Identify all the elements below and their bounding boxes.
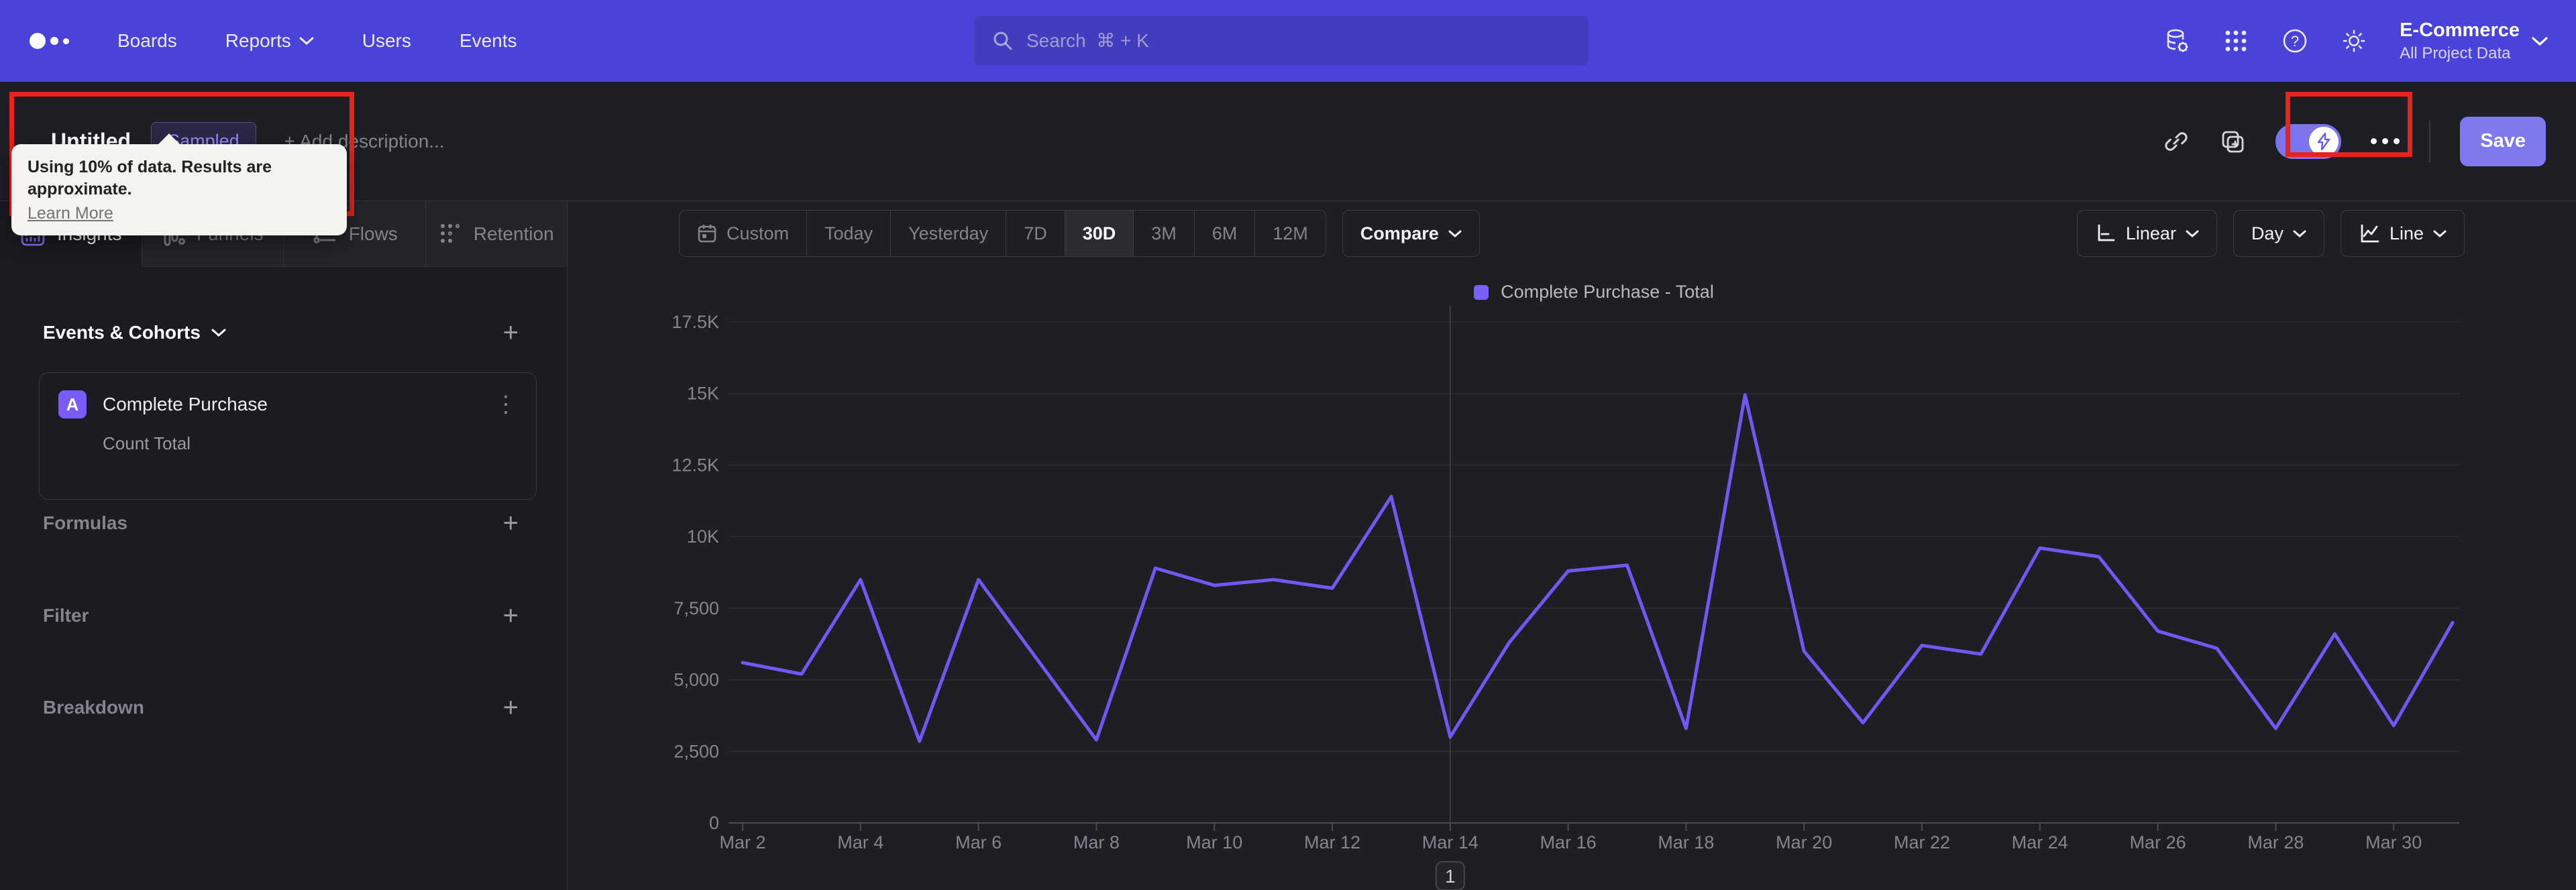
x-axis-label: Mar 12 (1304, 832, 1360, 852)
x-axis-label: Mar 6 (955, 832, 1002, 852)
chevron-down-icon (211, 329, 226, 337)
annotation-marker-label: 1 (1445, 866, 1456, 887)
add-filter-button[interactable]: + (503, 602, 519, 629)
nav-item-reports[interactable]: Reports (225, 30, 314, 52)
global-search[interactable] (974, 16, 1589, 66)
x-axis-label: Mar 28 (2247, 832, 2304, 852)
nav-item-label: Users (362, 30, 411, 51)
chart-panel: Custom Today Yesterday 7D 30D 3M 6M 12M … (568, 201, 2576, 890)
project-scope: All Project Data (2400, 44, 2511, 62)
event-aggregation[interactable]: Count Total (103, 433, 517, 454)
add-event-button[interactable]: + (503, 319, 519, 346)
x-axis-label: Mar 4 (837, 832, 883, 852)
data-management-icon[interactable] (2163, 27, 2190, 54)
sampling-tooltip: Using 10% of data. Results are approxima… (11, 133, 347, 235)
x-axis-label: Mar 26 (2130, 832, 2186, 852)
breakdown-label: Breakdown (43, 697, 144, 718)
nav-item-users[interactable]: Users (362, 30, 411, 52)
line-chart[interactable]: 17.5K 15K 12.5K 10K 7,500 5,000 2,500 0Mar 2 Mar… (568, 201, 2576, 890)
x-axis-label: Mar 10 (1186, 832, 1242, 852)
x-axis-label: Mar 18 (1658, 832, 1714, 852)
section-label: Events & Cohorts (43, 322, 201, 343)
nav-item-label: Boards (117, 30, 177, 51)
series-badge: A (58, 390, 87, 419)
save-button[interactable]: Save (2460, 116, 2546, 166)
nav-right-cluster: ? E-Commerce All Project Data (2163, 0, 2548, 82)
formulas-section: Formulas + (43, 510, 519, 537)
y-axis-label: 0 (709, 813, 719, 833)
tooltip-text: Using 10% of data. Results are approxima… (28, 158, 272, 199)
apps-grid-icon[interactable] (2222, 27, 2249, 54)
y-axis-label: 17.5K (672, 312, 719, 332)
divider (2429, 120, 2431, 162)
svg-text:?: ? (2291, 33, 2299, 50)
x-axis-label: Mar 8 (1073, 832, 1120, 852)
nav-item-label: Reports (225, 30, 291, 51)
series-line[interactable] (741, 393, 2455, 743)
project-switcher[interactable]: E-Commerce All Project Data (2400, 19, 2548, 63)
lightning-icon (2318, 132, 2330, 150)
formulas-label: Formulas (43, 512, 128, 533)
chevron-down-icon (2532, 36, 2548, 46)
tab-label: Retention (473, 223, 554, 244)
x-axis-label: Mar 16 (1540, 832, 1597, 852)
top-nav: Boards Reports Users Events ? (0, 0, 2576, 82)
help-icon[interactable]: ? (2282, 27, 2308, 54)
toggle-knob (2309, 126, 2339, 156)
chevron-down-icon (299, 37, 314, 46)
copy-link-icon[interactable] (2163, 128, 2190, 155)
y-axis-label: 2,500 (674, 741, 719, 761)
x-axis-label: Mar 20 (1776, 832, 1832, 852)
filter-label: Filter (43, 605, 89, 626)
x-axis-label: Mar 22 (1894, 832, 1950, 852)
y-axis-label: 5,000 (674, 670, 719, 690)
y-axis-label: 7,500 (674, 598, 719, 618)
y-axis-label: 15K (687, 384, 719, 404)
query-sidebar: Insights Funnels Flows Retention (0, 201, 568, 890)
y-axis-label: 12.5K (672, 455, 719, 475)
tab-retention[interactable]: Retention (425, 201, 567, 267)
toolbar-actions: Save (2163, 116, 2546, 166)
event-card[interactable]: A Complete Purchase ⋮ Count Total (39, 372, 537, 500)
x-axis-label: Mar 30 (2365, 832, 2422, 852)
mixpanel-logo-icon[interactable] (30, 33, 69, 49)
duplicate-icon[interactable] (2219, 128, 2246, 155)
event-options-button[interactable]: ⋮ (494, 393, 517, 416)
breakdown-section: Breakdown + (43, 694, 519, 721)
y-axis-label: 10K (687, 526, 719, 547)
x-axis-label: Mar 2 (719, 832, 765, 852)
tab-label: Flows (348, 223, 398, 244)
search-input[interactable] (1026, 30, 1571, 52)
x-axis-label: Mar 24 (2012, 832, 2068, 852)
events-cohorts-header: Events & Cohorts + (43, 319, 519, 346)
nav-item-label: Events (459, 30, 517, 51)
nav-item-events[interactable]: Events (460, 30, 517, 52)
filter-section: Filter + (43, 602, 519, 629)
nav-item-boards[interactable]: Boards (117, 30, 177, 52)
events-cohorts-label[interactable]: Events & Cohorts (43, 322, 226, 343)
add-breakdown-button[interactable]: + (503, 694, 519, 721)
add-formula-button[interactable]: + (503, 510, 519, 537)
retention-icon (440, 223, 460, 243)
search-icon (994, 32, 1012, 50)
report-toolbar: Untitled Sampled + Add description... Sa… (0, 82, 2576, 201)
x-axis-label: Mar 14 (1422, 832, 1479, 852)
more-options-button[interactable] (2371, 138, 2400, 144)
primary-nav: Boards Reports Users Events (117, 30, 517, 52)
project-name: E-Commerce (2400, 19, 2520, 41)
sampling-toggle[interactable] (2275, 123, 2342, 159)
learn-more-link[interactable]: Learn More (28, 204, 113, 223)
event-name[interactable]: Complete Purchase (103, 394, 494, 415)
settings-gear-icon[interactable] (2341, 27, 2367, 54)
